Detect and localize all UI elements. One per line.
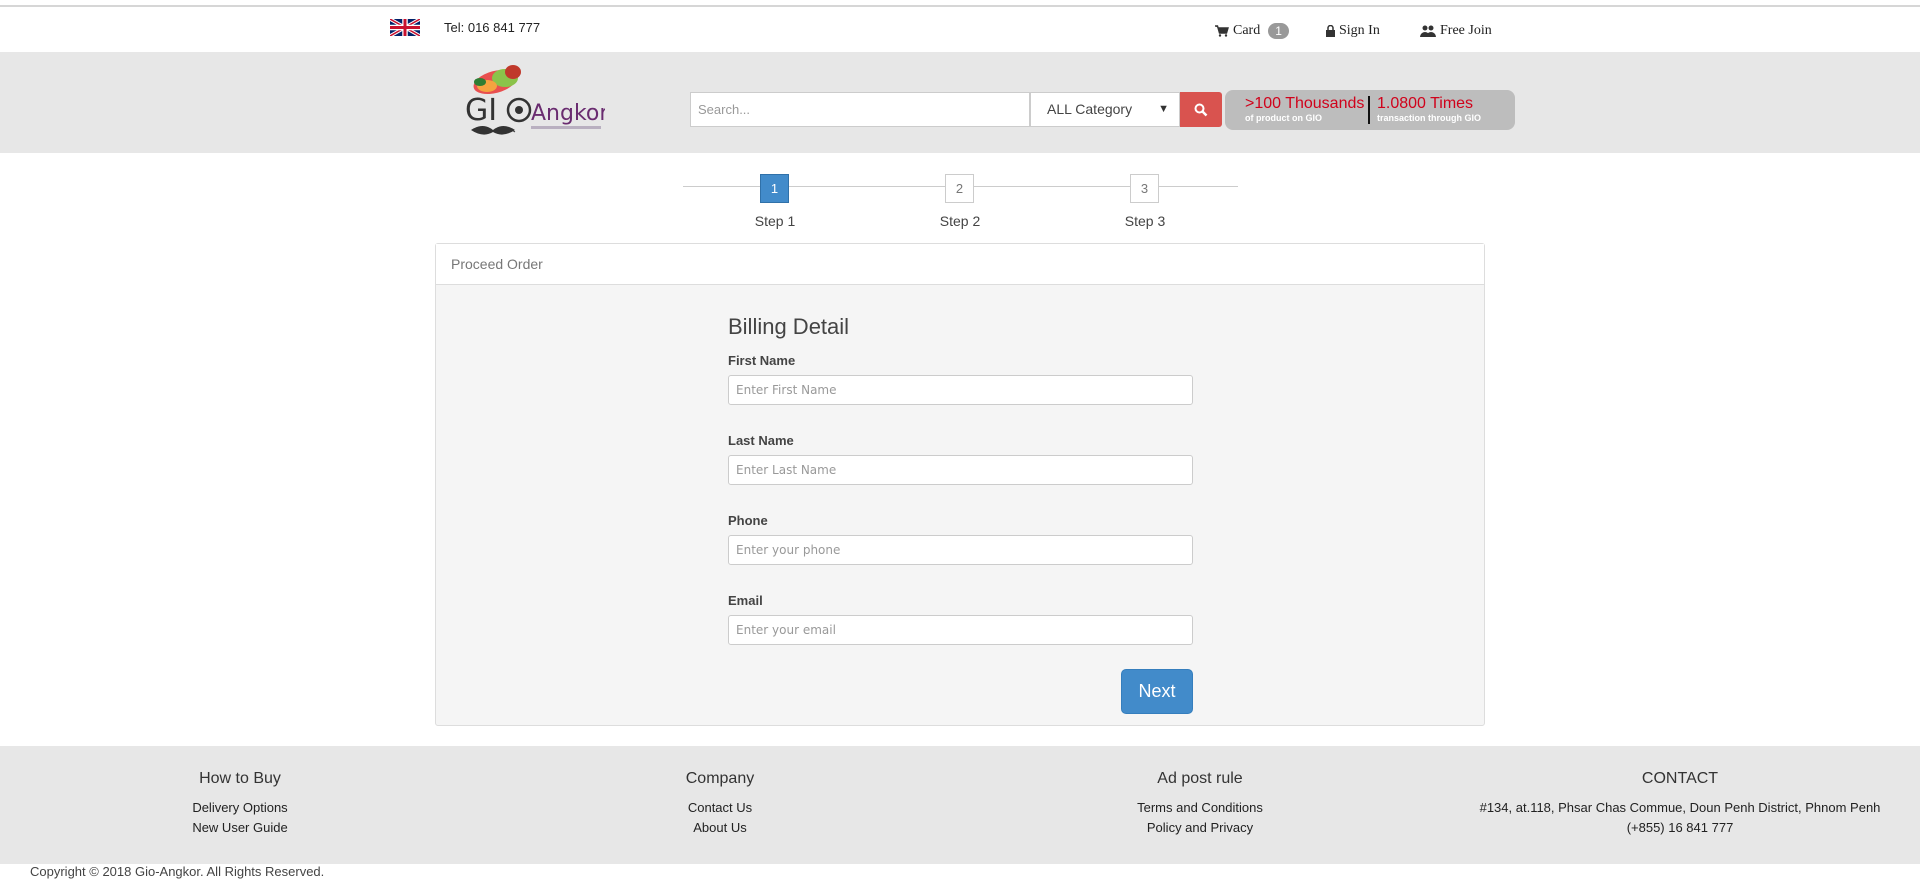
- footer-how-to-buy: How to Buy Delivery Options New User Gui…: [160, 770, 320, 838]
- footer-heading: Company: [685, 770, 755, 787]
- panel-heading: Proceed Order: [436, 244, 1484, 285]
- promo-banner: >100 Thousands of product on GIO 1.0800 …: [1225, 90, 1515, 130]
- step-1-box[interactable]: 1: [760, 174, 789, 203]
- footer-ad-post-rule: Ad post rule Terms and Conditions Policy…: [1120, 770, 1280, 838]
- terms-link[interactable]: Terms and Conditions: [1120, 798, 1280, 818]
- new-user-guide-link[interactable]: New User Guide: [160, 818, 320, 838]
- step-1-label: Step 1: [754, 213, 796, 229]
- billing-detail-title: Billing Detail: [728, 314, 850, 339]
- contact-phone: (+855) 16 841 777: [1626, 820, 1734, 835]
- phone-number: Tel: 016 841 777: [444, 20, 541, 35]
- header: GI Angkor Search... ALL Category ▼ >100 …: [0, 52, 1920, 153]
- footer-heading: How to Buy: [199, 770, 281, 787]
- uk-flag-icon[interactable]: [390, 19, 420, 36]
- contact-us-link[interactable]: Contact Us: [640, 798, 800, 818]
- promo-transactions-count: 1.0800 Times: [1377, 95, 1474, 112]
- search-icon: [1194, 103, 1208, 116]
- gio-angkor-logo[interactable]: GI Angkor: [465, 60, 605, 144]
- last-name-label: Last Name: [728, 433, 794, 448]
- email-label: Email: [728, 593, 763, 608]
- footer-heading: CONTACT: [1641, 770, 1719, 787]
- phone-field[interactable]: Enter your phone: [728, 535, 1193, 565]
- category-select[interactable]: ALL Category ▼: [1030, 92, 1180, 127]
- about-us-link[interactable]: About Us: [640, 818, 800, 838]
- cart-icon: [1215, 25, 1229, 37]
- free-join-label: Free Join: [1440, 23, 1492, 38]
- next-button[interactable]: Next: [1121, 669, 1193, 714]
- email-field[interactable]: Enter your email: [728, 615, 1193, 645]
- cart-label: Card: [1233, 23, 1261, 38]
- top-bar: Tel: 016 841 777 Card 1 Sign In Free Joi…: [0, 7, 1920, 51]
- footer: How to Buy Delivery Options New User Gui…: [0, 746, 1920, 864]
- phone-label: Phone: [728, 513, 768, 528]
- first-name-field[interactable]: Enter First Name: [728, 375, 1193, 405]
- svg-text:GI: GI: [465, 93, 497, 128]
- lock-icon: [1326, 25, 1335, 37]
- last-name-field[interactable]: Enter Last Name: [728, 455, 1193, 485]
- step-2-box[interactable]: 2: [945, 174, 974, 203]
- sign-in-label: Sign In: [1339, 23, 1380, 38]
- copyright: Copyright © 2018 Gio-Angkor. All Rights …: [30, 864, 325, 879]
- contact-address: #134, at.118, Phsar Chas Commue, Doun Pe…: [1479, 800, 1881, 815]
- promo-products-count: >100 Thousands: [1245, 95, 1365, 112]
- delivery-options-link[interactable]: Delivery Options: [160, 798, 320, 818]
- footer-company: Company Contact Us About Us: [640, 770, 800, 838]
- first-name-label: First Name: [728, 353, 796, 368]
- chevron-down-icon: ▼: [1158, 103, 1169, 115]
- step-3-box[interactable]: 3: [1130, 174, 1159, 203]
- sign-in-link[interactable]: Sign In: [1326, 23, 1380, 39]
- promo-divider: [1368, 96, 1370, 124]
- privacy-link[interactable]: Policy and Privacy: [1120, 818, 1280, 838]
- footer-contact: CONTACT #134, at.118, Phsar Chas Commue,…: [1470, 770, 1890, 838]
- step-3-label: Step 3: [1124, 213, 1166, 229]
- footer-heading: Ad post rule: [1157, 770, 1243, 787]
- category-selected-label: ALL Category: [1047, 101, 1133, 117]
- search-button[interactable]: [1180, 92, 1222, 127]
- step-2-label: Step 2: [939, 213, 981, 229]
- cart-link[interactable]: Card 1: [1215, 23, 1289, 39]
- proceed-order-panel: Proceed Order Billing Detail First Name …: [435, 243, 1485, 726]
- svg-text:Angkor: Angkor: [531, 101, 605, 126]
- free-join-link[interactable]: Free Join: [1420, 23, 1492, 39]
- users-icon: [1420, 25, 1436, 37]
- cart-count-badge: 1: [1268, 23, 1289, 39]
- promo-transactions-caption: transaction through GIO: [1377, 113, 1482, 123]
- search-input[interactable]: Search...: [690, 92, 1030, 127]
- promo-products-caption: of product on GIO: [1245, 113, 1322, 123]
